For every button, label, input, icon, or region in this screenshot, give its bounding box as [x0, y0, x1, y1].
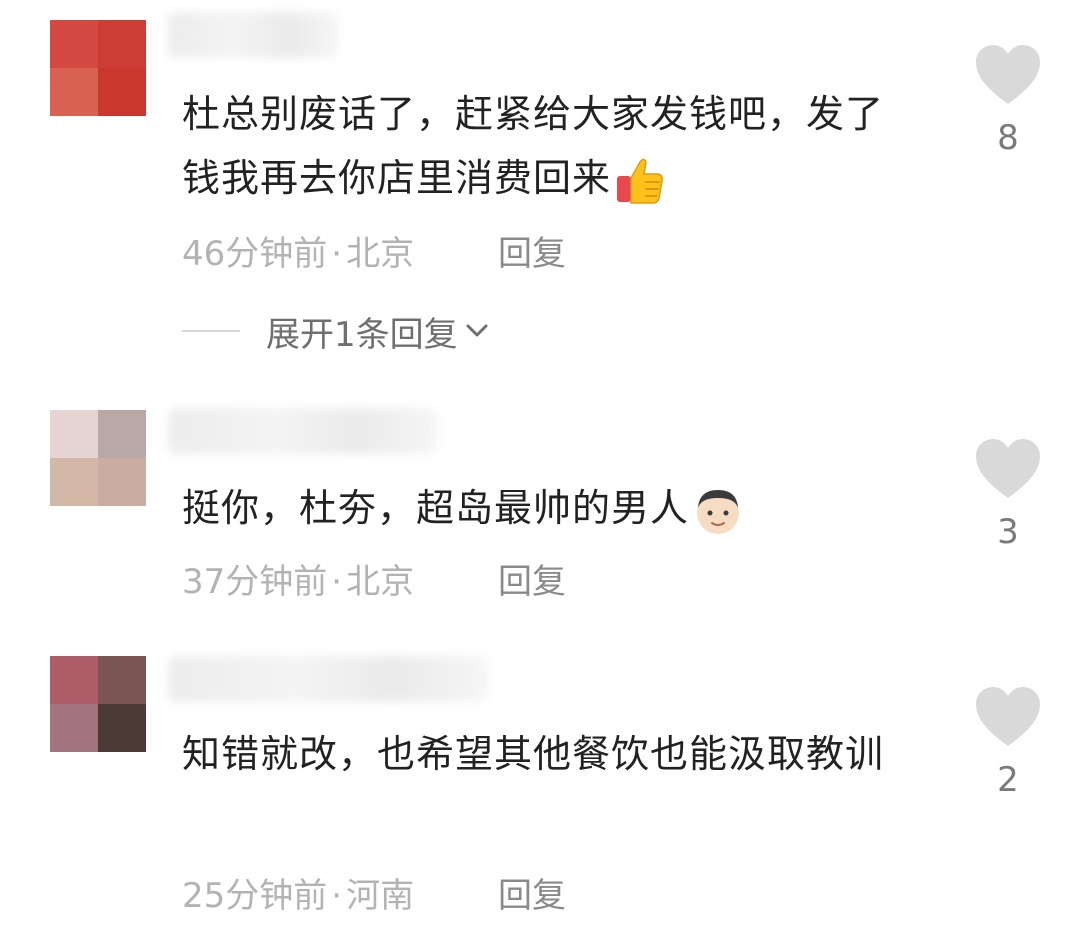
reply-button[interactable]: 回复 — [498, 868, 566, 917]
avatar[interactable] — [50, 656, 146, 752]
comment-location: 北京 — [346, 234, 415, 274]
heart-icon — [976, 687, 1040, 746]
expand-replies-label: 展开1条回复 — [266, 314, 458, 355]
comment-location: 河南 — [346, 876, 415, 916]
expand-divider — [182, 330, 240, 332]
avatar-tile — [50, 656, 98, 704]
comment-time: 37分钟前 — [182, 562, 328, 602]
comment-time: 46分钟前 — [182, 234, 328, 274]
avatar-tile — [98, 656, 146, 704]
comment-meta: 25分钟前 · 河南 — [182, 868, 414, 917]
comment-meta: 46分钟前 · 北京 — [182, 226, 414, 275]
man-face-icon — [697, 489, 740, 534]
like-button[interactable]: 3 — [974, 438, 1042, 552]
avatar[interactable] — [50, 410, 146, 506]
avatar-tile — [50, 458, 98, 506]
avatar[interactable] — [50, 20, 146, 116]
like-count: 2 — [997, 760, 1019, 800]
avatar-tile — [98, 458, 146, 506]
comment-meta: 37分钟前 · 北京 — [182, 554, 414, 603]
avatar-tile — [98, 704, 146, 752]
comment-text: 挺你，杜夯，超岛最帅的男人 — [182, 476, 922, 540]
avatar-tile — [98, 20, 146, 68]
avatar-tile — [50, 68, 98, 116]
meta-separator: · — [331, 876, 343, 916]
avatar-tile — [50, 410, 98, 458]
blurred-username[interactable] — [168, 656, 488, 702]
thumbs-up-icon — [617, 158, 663, 204]
avatar-tile — [98, 68, 146, 116]
comment-location: 北京 — [346, 562, 415, 602]
avatar-tile — [50, 704, 98, 752]
comment-time: 25分钟前 — [182, 876, 328, 916]
meta-separator: · — [331, 234, 343, 274]
meta-separator: · — [331, 562, 343, 602]
comment-text: 知错就改，也希望其他餐饮也能汲取教训 — [182, 732, 885, 776]
chevron-down-icon — [466, 324, 488, 337]
comment-text: 杜总别废话了，赶紧给大家发钱吧，发了钱我再去你店里消费回来 — [182, 82, 922, 210]
blurred-username[interactable] — [168, 408, 438, 454]
reply-button[interactable]: 回复 — [498, 226, 566, 275]
expand-replies-button[interactable]: 展开1条回复 — [182, 304, 490, 358]
like-button[interactable]: 2 — [974, 686, 1042, 800]
avatar-tile — [98, 410, 146, 458]
like-button[interactable]: 8 — [974, 44, 1042, 158]
avatar-tile — [50, 20, 98, 68]
heart-icon — [976, 45, 1040, 104]
like-count: 3 — [997, 512, 1019, 552]
like-count: 8 — [997, 118, 1019, 158]
reply-button[interactable]: 回复 — [498, 554, 566, 603]
heart-icon — [976, 439, 1040, 498]
blurred-username[interactable] — [168, 12, 338, 58]
